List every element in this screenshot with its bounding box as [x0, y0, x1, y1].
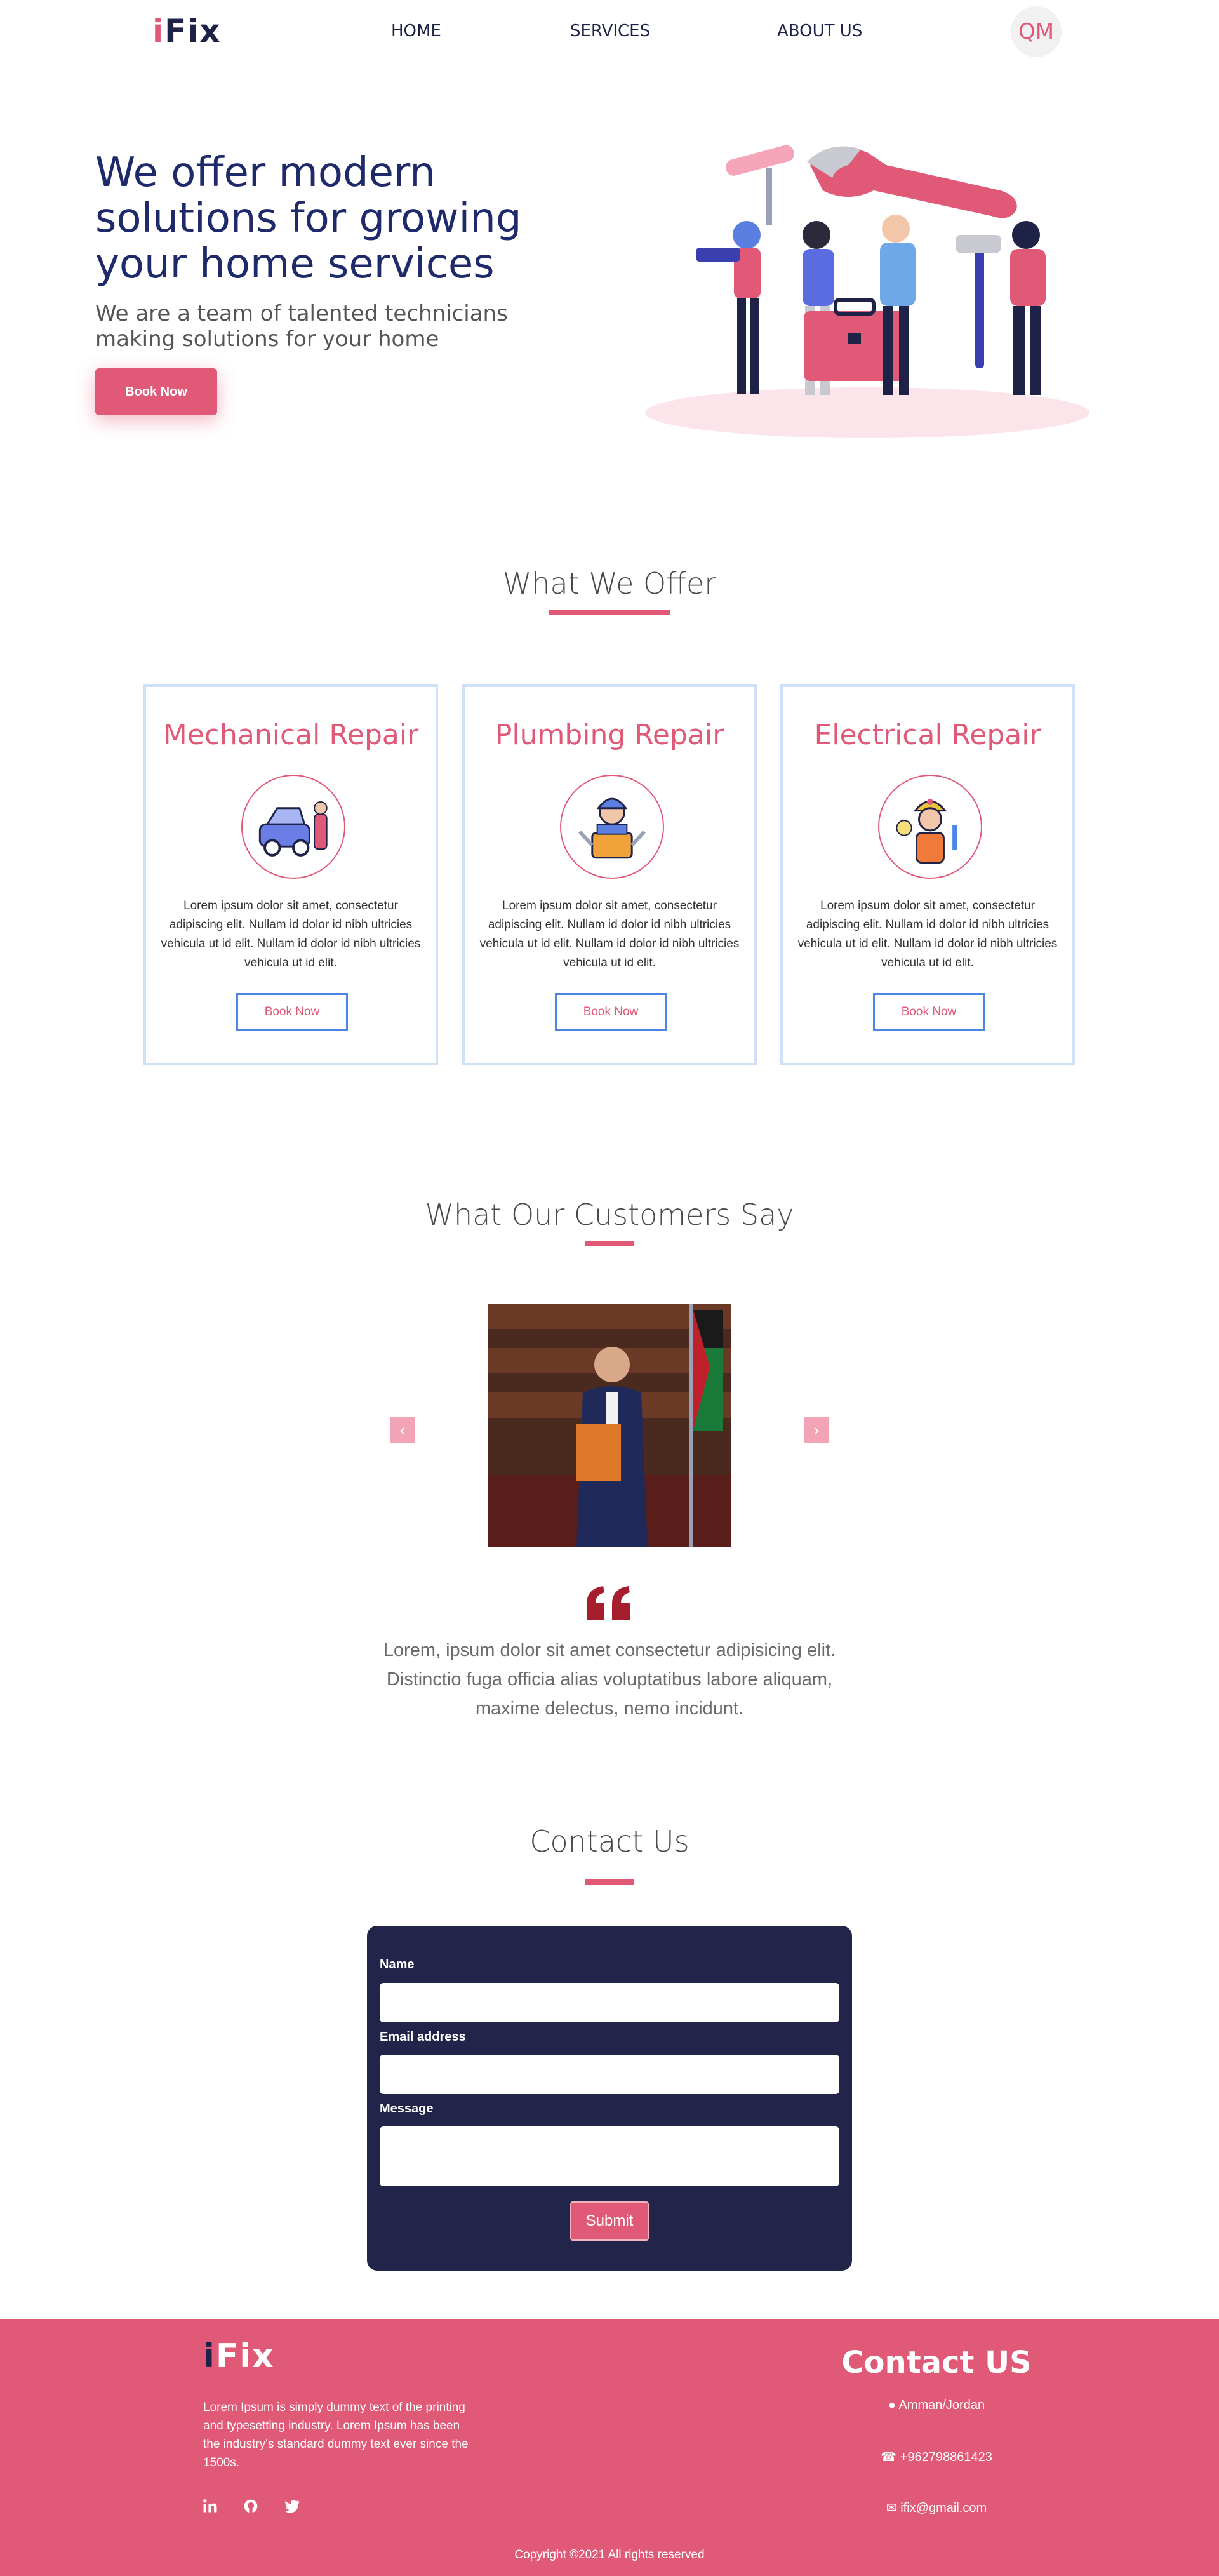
message-label: Message	[380, 2102, 434, 2116]
phone-text: +962798861423	[900, 2450, 992, 2464]
electrical-book-now-button[interactable]: Book Now	[873, 993, 985, 1031]
user-avatar[interactable]: QM	[1011, 6, 1062, 57]
address-text: Amman/Jordan	[898, 2398, 985, 2412]
plumbing-book-now-button[interactable]: Book Now	[555, 993, 667, 1031]
envelope-icon: ✉	[886, 2501, 897, 2515]
footer-phone: ☎ +962798861423	[825, 2449, 1048, 2465]
card-description: Lorem ipsum dolor sit amet, consectetur …	[161, 899, 421, 970]
car-mechanic-icon	[241, 775, 345, 879]
service-card-mechanical: Mechanical Repair Lorem ipsum dolor sit …	[143, 684, 438, 1065]
logo[interactable]: iFix	[152, 13, 222, 50]
card-description: Lorem ipsum dolor sit amet, consectetur …	[479, 899, 740, 970]
mechanical-book-now-button[interactable]: Book Now	[236, 993, 348, 1031]
github-icon[interactable]	[241, 2497, 260, 2516]
copyright: Copyright ©2021 All rights reserved	[514, 2548, 705, 2561]
footer: iFix Lorem Ipsum is simply dummy text of…	[0, 2319, 1219, 2576]
footer-email: ✉ ifix@gmail.com	[825, 2500, 1048, 2516]
footer-logo-accent: i	[203, 2337, 216, 2375]
card-title: Plumbing Repair	[495, 719, 724, 751]
contact-form: Name Email address Message Submit	[367, 1926, 852, 2271]
submit-button[interactable]: Submit	[570, 2201, 649, 2241]
service-card-plumbing: Plumbing Repair Lorem ipsum dolor sit am…	[462, 684, 757, 1065]
message-textarea[interactable]	[380, 2126, 839, 2186]
logo-accent: i	[152, 13, 165, 50]
nav-link-services[interactable]: SERVICES	[570, 22, 650, 41]
email-label: Email address	[380, 2030, 466, 2044]
testimonial-next-button[interactable]: ›	[804, 1417, 829, 1443]
offer-section-title: What We Offer	[502, 566, 717, 601]
testimonial-quote: Lorem, ipsum dolor sit amet consectetur …	[383, 1640, 836, 1719]
quote-icon	[587, 1586, 630, 1620]
name-input[interactable]	[380, 1983, 839, 2022]
linkedin-icon[interactable]	[201, 2497, 220, 2516]
footer-address: ● Amman/Jordan	[825, 2398, 1048, 2413]
customer-photo	[488, 1304, 731, 1547]
contact-section-title: Contact Us	[530, 1824, 689, 1859]
card-description: Lorem ipsum dolor sit amet, consectetur …	[797, 899, 1058, 970]
testimonial-prev-button[interactable]: ‹	[390, 1417, 415, 1443]
footer-logo-text: Fix	[215, 2337, 275, 2375]
nav-link-about-us[interactable]: ABOUT US	[777, 22, 862, 41]
name-label: Name	[380, 1958, 415, 1972]
electrician-icon	[878, 775, 982, 879]
logo-text: Fix	[164, 13, 222, 50]
team-with-tools-illustration	[645, 145, 1089, 438]
testimonials-section-title: What Our Customers Say	[425, 1198, 794, 1232]
footer-contact-title: Contact US	[841, 2345, 1032, 2380]
offer-title-underline	[549, 610, 670, 615]
hero-title: We offer modern solutions for growing yo…	[95, 149, 522, 288]
email-input[interactable]	[380, 2055, 839, 2094]
email-text[interactable]: ifix@gmail.com	[900, 2501, 987, 2515]
card-title: Mechanical Repair	[163, 719, 419, 751]
phone-icon: ☎	[881, 2450, 897, 2464]
footer-description: Lorem Ipsum is simply dummy text of the …	[203, 2401, 469, 2469]
hero-subtitle: We are a team of talented technicians ma…	[95, 301, 508, 352]
nav-link-home[interactable]: HOME	[391, 22, 441, 41]
hero-book-now-button[interactable]: Book Now	[95, 368, 217, 415]
twitter-icon[interactable]	[283, 2497, 302, 2516]
service-card-electrical: Electrical Repair Lorem ipsum dolor sit …	[780, 684, 1075, 1065]
testimonials-title-underline	[585, 1241, 634, 1246]
location-pin-icon: ●	[888, 2398, 896, 2412]
contact-title-underline	[585, 1879, 634, 1885]
plumber-icon	[560, 775, 664, 879]
footer-logo[interactable]: iFix	[203, 2337, 275, 2375]
top-nav: iFix HOME SERVICES ABOUT US QM	[0, 0, 1219, 61]
card-title: Electrical Repair	[814, 719, 1041, 751]
